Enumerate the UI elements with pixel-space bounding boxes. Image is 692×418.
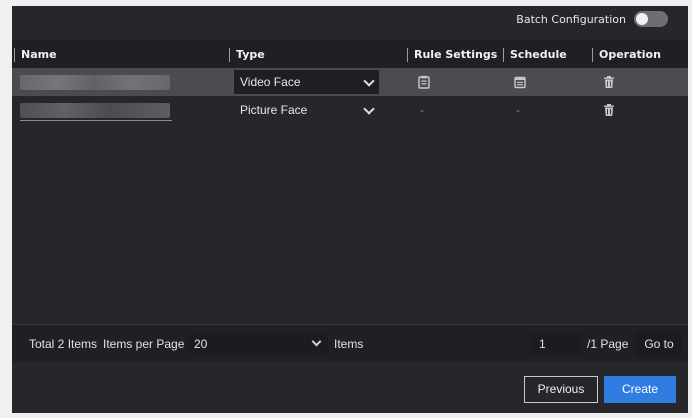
calendar-icon[interactable] <box>513 75 527 89</box>
items-per-page-value: 20 <box>194 337 208 351</box>
items-per-page-select[interactable]: 20 <box>188 333 328 355</box>
window-frame-right <box>688 0 692 418</box>
pagination-bar: Total 2 Items Items per Page 20 Items /1… <box>12 324 688 362</box>
name-cell-redacted <box>20 75 170 90</box>
column-header-schedule[interactable]: Schedule <box>503 48 567 62</box>
rule-settings-empty: - <box>420 103 424 117</box>
type-select[interactable]: Video Face <box>234 70 379 94</box>
page-number-input[interactable] <box>531 333 581 355</box>
batch-configuration-toggle[interactable] <box>634 11 668 27</box>
column-header-type[interactable]: Type <box>229 48 265 62</box>
type-select-value: Picture Face <box>240 103 308 117</box>
previous-button[interactable]: Previous <box>524 376 598 403</box>
batch-configuration-label: Batch Configuration <box>516 13 626 26</box>
column-header-rule-settings[interactable]: Rule Settings <box>407 48 497 62</box>
create-button[interactable]: Create <box>604 376 676 403</box>
items-label: Items <box>334 337 364 351</box>
name-cell-redacted <box>20 103 170 118</box>
clipboard-icon[interactable] <box>417 75 431 89</box>
type-select[interactable]: Picture Face <box>234 98 379 122</box>
config-panel: Batch Configuration Name Type Rule Setti… <box>12 6 688 413</box>
window-frame-bottom <box>0 413 692 418</box>
toolbar: Batch Configuration <box>12 6 688 40</box>
page-total-label: /1 Page <box>587 337 629 351</box>
trash-icon[interactable] <box>602 103 616 117</box>
window-frame-left <box>0 0 12 418</box>
go-to-button[interactable]: Go to <box>636 332 682 356</box>
table-row[interactable]: Video Face <box>12 68 688 96</box>
chevron-down-icon <box>311 336 322 347</box>
table-row[interactable]: Picture Face - - <box>12 96 688 124</box>
column-header-operation[interactable]: Operation <box>592 48 661 62</box>
type-select-value: Video Face <box>240 75 301 89</box>
schedule-empty: - <box>516 103 520 117</box>
name-underline <box>20 120 172 121</box>
trash-icon[interactable] <box>602 75 616 89</box>
total-items-label: Total 2 Items <box>29 337 98 351</box>
items-per-page-label: Items per Page <box>103 337 185 351</box>
column-header-name[interactable]: Name <box>14 48 57 62</box>
chevron-down-icon <box>363 75 375 87</box>
table-header: Name Type Rule Settings Schedule Operati… <box>12 40 688 68</box>
toggle-knob <box>636 13 648 25</box>
chevron-down-icon <box>363 103 375 115</box>
